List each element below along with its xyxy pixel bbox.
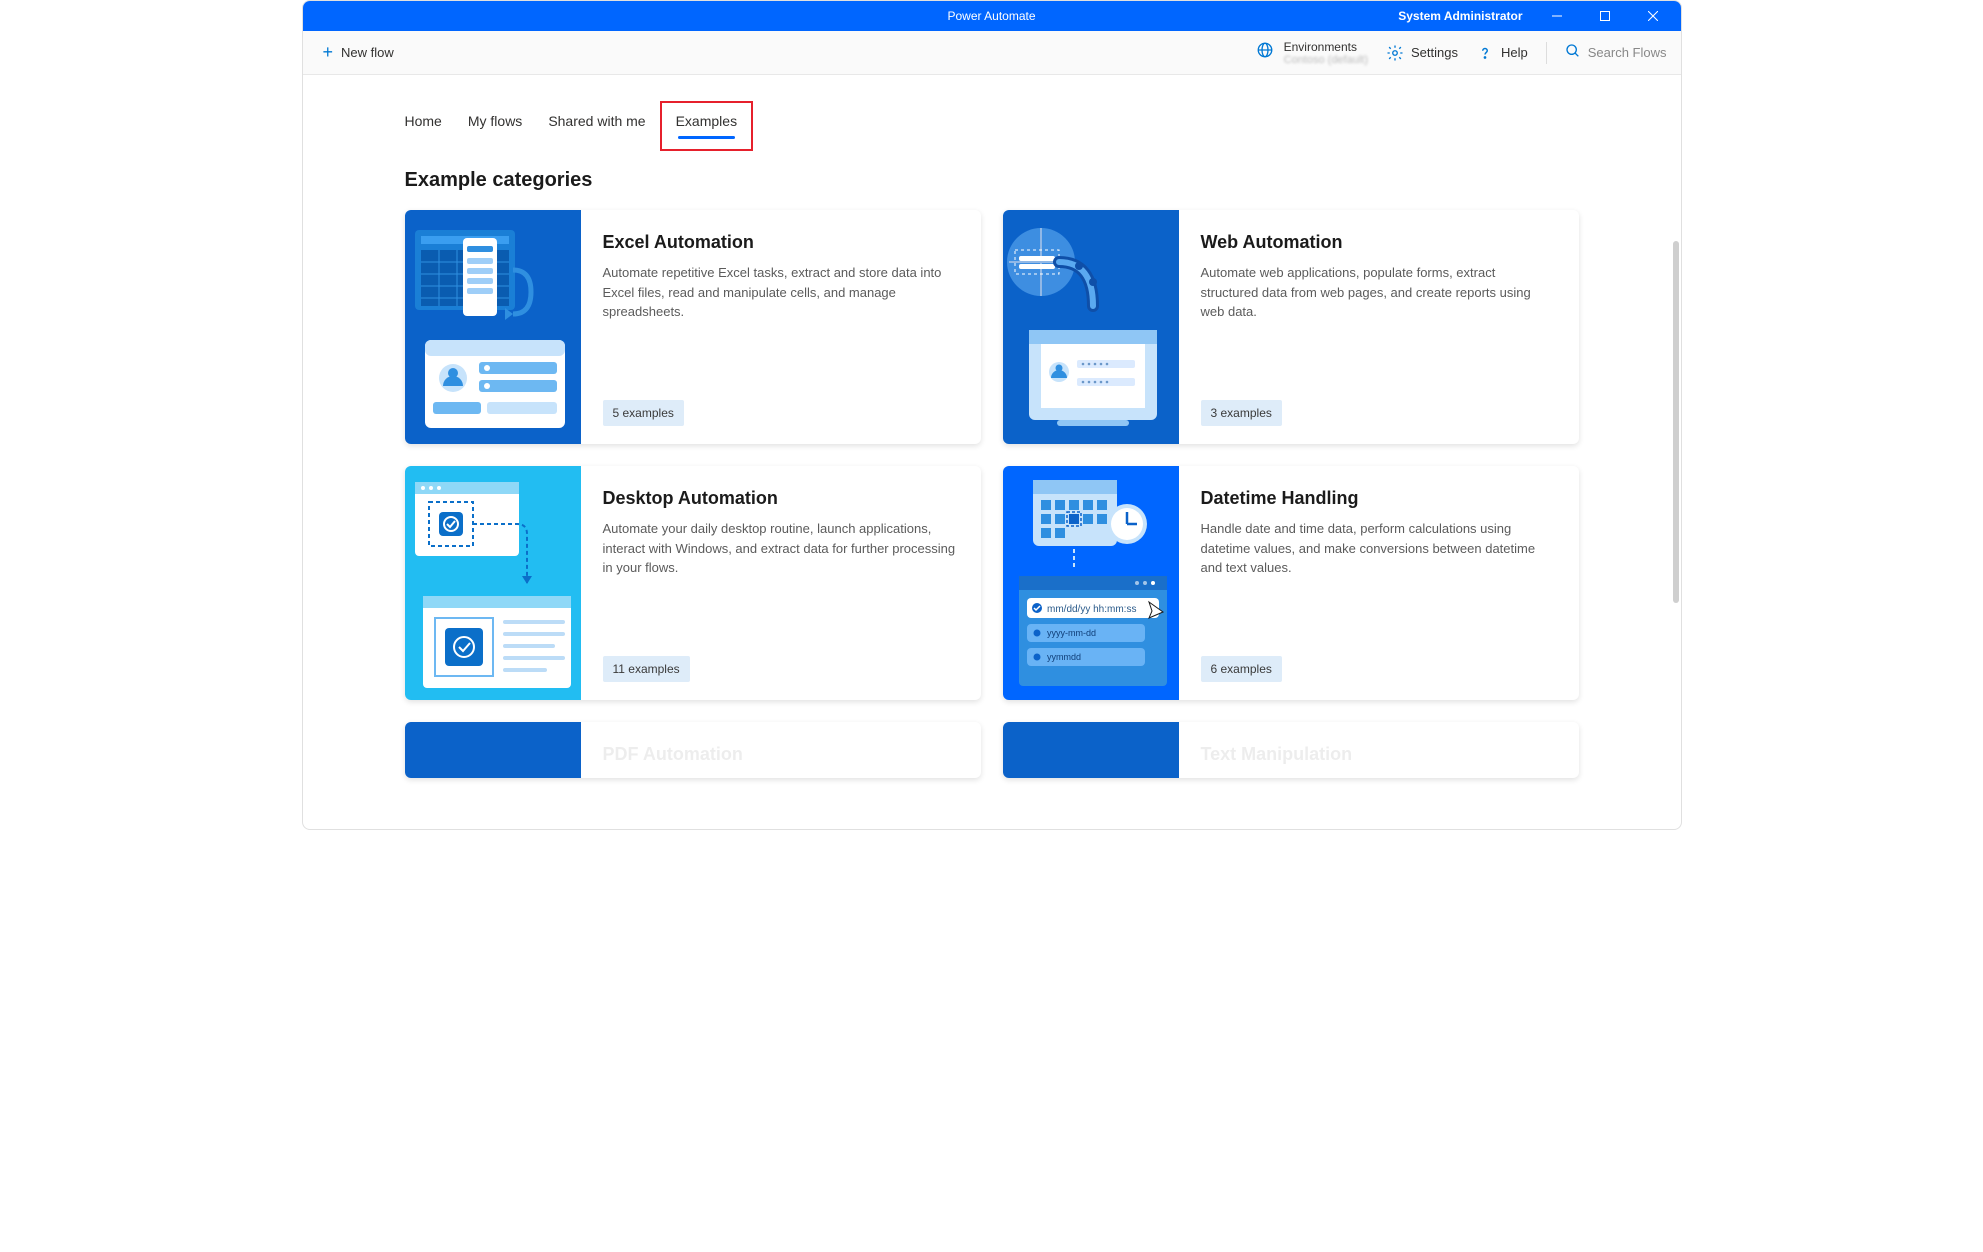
titlebar: Power Automate System Administrator	[303, 1, 1681, 31]
gear-icon	[1386, 44, 1404, 62]
section-title: Example categories	[405, 169, 1665, 192]
search-flows[interactable]: Search Flows	[1565, 43, 1667, 62]
card-desktop-automation[interactable]: Desktop Automation Automate your daily d…	[405, 466, 981, 700]
card-body: Datetime Handling Handle date and time d…	[1179, 466, 1579, 700]
card-thumb	[1003, 210, 1179, 444]
card-excel-automation[interactable]: Excel Automation Automate repetitive Exc…	[405, 210, 981, 444]
card-badge: 3 examples	[1201, 400, 1282, 426]
toolbar-separator	[1546, 42, 1547, 64]
tab-home[interactable]: Home	[405, 113, 442, 139]
card-thumb	[405, 722, 581, 778]
card-desc: Handle date and time data, perform calcu…	[1201, 519, 1557, 578]
maximize-button[interactable]	[1583, 1, 1627, 31]
card-desc: Automate web applications, populate form…	[1201, 263, 1557, 322]
environments-label: Environments	[1284, 40, 1368, 54]
card-body: Web Automation Automate web applications…	[1179, 210, 1579, 444]
card-thumb	[405, 466, 581, 700]
datetime-thumb-illustration: mm/dd/yy hh:mm:ss yyyy-mm-dd yymmdd	[1003, 466, 1179, 700]
search-icon	[1565, 43, 1581, 62]
globe-icon	[1256, 41, 1274, 64]
card-web-automation[interactable]: Web Automation Automate web applications…	[1003, 210, 1579, 444]
card-thumb	[1003, 722, 1179, 778]
card-badge: 11 examples	[603, 656, 690, 682]
close-icon	[1648, 11, 1658, 21]
card-body: Desktop Automation Automate your daily d…	[581, 466, 981, 700]
app-window: Power Automate System Administrator + Ne…	[302, 0, 1682, 830]
help-button[interactable]: Help	[1476, 44, 1528, 62]
desktop-thumb-illustration	[405, 466, 581, 700]
card-body: PDF Automation	[581, 722, 981, 778]
environments-value: Contoso (default)	[1284, 54, 1368, 66]
minimize-button[interactable]	[1535, 1, 1579, 31]
card-badge: 5 examples	[603, 400, 684, 426]
card-badge: 6 examples	[1201, 656, 1282, 682]
user-label: System Administrator	[1398, 9, 1522, 23]
plus-icon: +	[323, 42, 334, 63]
toolbar-right: Environments Contoso (default) Settings …	[1256, 40, 1667, 66]
card-body: Text Manipulation	[1179, 722, 1579, 778]
tab-my-flows[interactable]: My flows	[468, 113, 522, 139]
card-datetime-handling[interactable]: mm/dd/yy hh:mm:ss yyyy-mm-dd yymmdd Date…	[1003, 466, 1579, 700]
card-body: Excel Automation Automate repetitive Exc…	[581, 210, 981, 444]
web-thumb-illustration	[1003, 210, 1179, 444]
card-thumb	[405, 210, 581, 444]
svg-text:yymmdd: yymmdd	[1047, 652, 1081, 662]
card-thumb: mm/dd/yy hh:mm:ss yyyy-mm-dd yymmdd	[1003, 466, 1179, 700]
card-title: PDF Automation	[603, 744, 959, 765]
content-area: Home My flows Shared with me Examples Ex…	[303, 75, 1681, 829]
scrollbar-thumb[interactable]	[1673, 241, 1679, 603]
tab-examples[interactable]: Examples	[672, 113, 741, 139]
card-title: Web Automation	[1201, 232, 1557, 253]
card-title: Desktop Automation	[603, 488, 959, 509]
titlebar-right: System Administrator	[1398, 1, 1680, 31]
search-placeholder: Search Flows	[1588, 45, 1667, 60]
card-desc: Automate your daily desktop routine, lau…	[603, 519, 959, 578]
new-flow-label: New flow	[341, 45, 394, 60]
svg-text:mm/dd/yy hh:mm:ss: mm/dd/yy hh:mm:ss	[1047, 604, 1136, 615]
card-title: Datetime Handling	[1201, 488, 1557, 509]
settings-label: Settings	[1411, 45, 1458, 60]
card-title: Excel Automation	[603, 232, 959, 253]
help-label: Help	[1501, 45, 1528, 60]
new-flow-button[interactable]: + New flow	[317, 38, 400, 67]
toolbar: + New flow Environments Contoso (default…	[303, 31, 1681, 75]
card-text-manipulation[interactable]: Text Manipulation	[1003, 722, 1579, 778]
tab-shared-with-me[interactable]: Shared with me	[548, 113, 645, 139]
main-tabs: Home My flows Shared with me Examples	[405, 113, 1665, 139]
excel-thumb-illustration	[405, 210, 581, 444]
window-title: Power Automate	[947, 9, 1035, 23]
minimize-icon	[1552, 11, 1562, 21]
environments-selector[interactable]: Environments Contoso (default)	[1256, 40, 1368, 66]
cards-grid: Excel Automation Automate repetitive Exc…	[405, 210, 1579, 778]
help-icon	[1476, 44, 1494, 62]
settings-button[interactable]: Settings	[1386, 44, 1458, 62]
card-desc: Automate repetitive Excel tasks, extract…	[603, 263, 959, 322]
close-button[interactable]	[1631, 1, 1675, 31]
card-title: Text Manipulation	[1201, 744, 1557, 765]
svg-text:yyyy-mm-dd: yyyy-mm-dd	[1047, 628, 1096, 638]
maximize-icon	[1600, 11, 1610, 21]
card-pdf-automation[interactable]: PDF Automation	[405, 722, 981, 778]
